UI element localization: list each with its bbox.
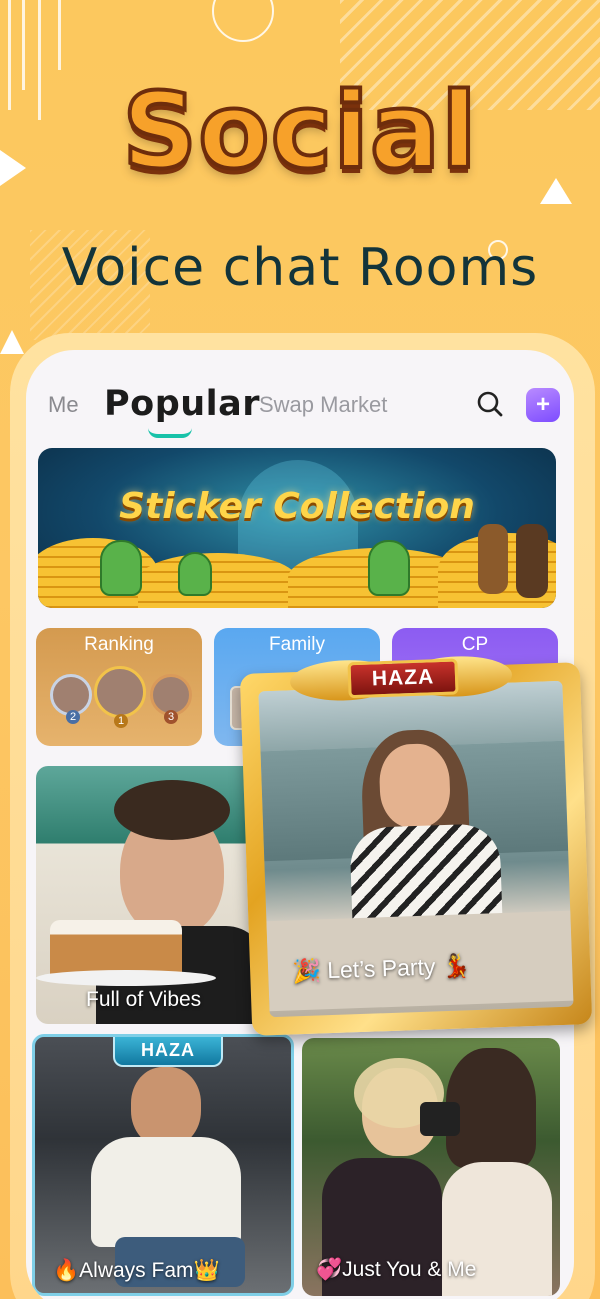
featured-room-card[interactable]: HAZA 🎉 Let’s Party 💃	[239, 654, 593, 1036]
active-tab-indicator	[148, 428, 192, 438]
card-label: Ranking	[84, 634, 154, 655]
tab-popular[interactable]: Popular	[104, 384, 260, 424]
decor-circle	[212, 0, 274, 42]
banner-title: Sticker Collection	[119, 486, 475, 527]
cactus-mascot	[178, 552, 212, 596]
haza-badge: HAZA	[347, 658, 459, 699]
card-label: Family	[269, 634, 325, 655]
haza-badge: HAZA	[113, 1037, 223, 1067]
ranking-card[interactable]: Ranking 2 1 3	[36, 628, 202, 746]
room-host-shirt	[91, 1137, 241, 1247]
hero-subtitle: Voice chat Rooms	[61, 238, 539, 298]
sticker-collection-banner[interactable]: Sticker Collection	[38, 448, 556, 608]
hero-title: Social	[120, 68, 478, 194]
room-title-text: Always Fam	[79, 1259, 194, 1282]
room-title: 🔥Always Fam👑	[53, 1259, 291, 1283]
hearts-icon: 💞	[316, 1258, 343, 1281]
room-card[interactable]: HAZA 🔥Always Fam👑	[32, 1034, 294, 1296]
character-figure	[478, 524, 508, 594]
crown-icon: 👑	[193, 1259, 220, 1282]
cactus-mascot	[368, 540, 410, 596]
decor-line	[58, 0, 61, 70]
rank-badge: 1	[114, 714, 128, 728]
card-label: CP	[461, 634, 489, 655]
tab-me[interactable]: Me	[48, 392, 79, 418]
camera	[420, 1102, 460, 1136]
coin-pile	[138, 553, 298, 608]
room-title: 💞Just You & Me	[316, 1258, 560, 1282]
decor-triangle	[0, 330, 24, 354]
room-title-text: Just You & Me	[342, 1258, 477, 1281]
party-popper-icon: 🎉	[291, 957, 328, 985]
fire-icon: 🔥	[53, 1259, 80, 1282]
featured-room-photo: 🎉 Let’s Party 💃	[258, 680, 574, 1018]
room-host-hair	[114, 780, 230, 840]
character-figure	[516, 524, 548, 598]
rank-badge: 2	[66, 710, 80, 724]
avatar	[94, 666, 146, 718]
search-icon[interactable]	[476, 390, 504, 418]
add-home-icon[interactable]: +	[526, 388, 560, 422]
room-card[interactable]: 💞Just You & Me	[302, 1038, 560, 1296]
tab-swap-market[interactable]: Swap Market	[259, 392, 387, 418]
room-host-photo	[131, 1067, 201, 1147]
plate	[36, 970, 216, 986]
dancer-icon: 💃	[434, 952, 471, 980]
room-host-face	[378, 742, 452, 830]
rank-badge: 3	[164, 710, 178, 724]
top-nav: Me Popular Swap Market +	[26, 380, 574, 438]
room-title-text: Let’s Party	[326, 953, 436, 984]
cactus-mascot	[100, 540, 142, 596]
